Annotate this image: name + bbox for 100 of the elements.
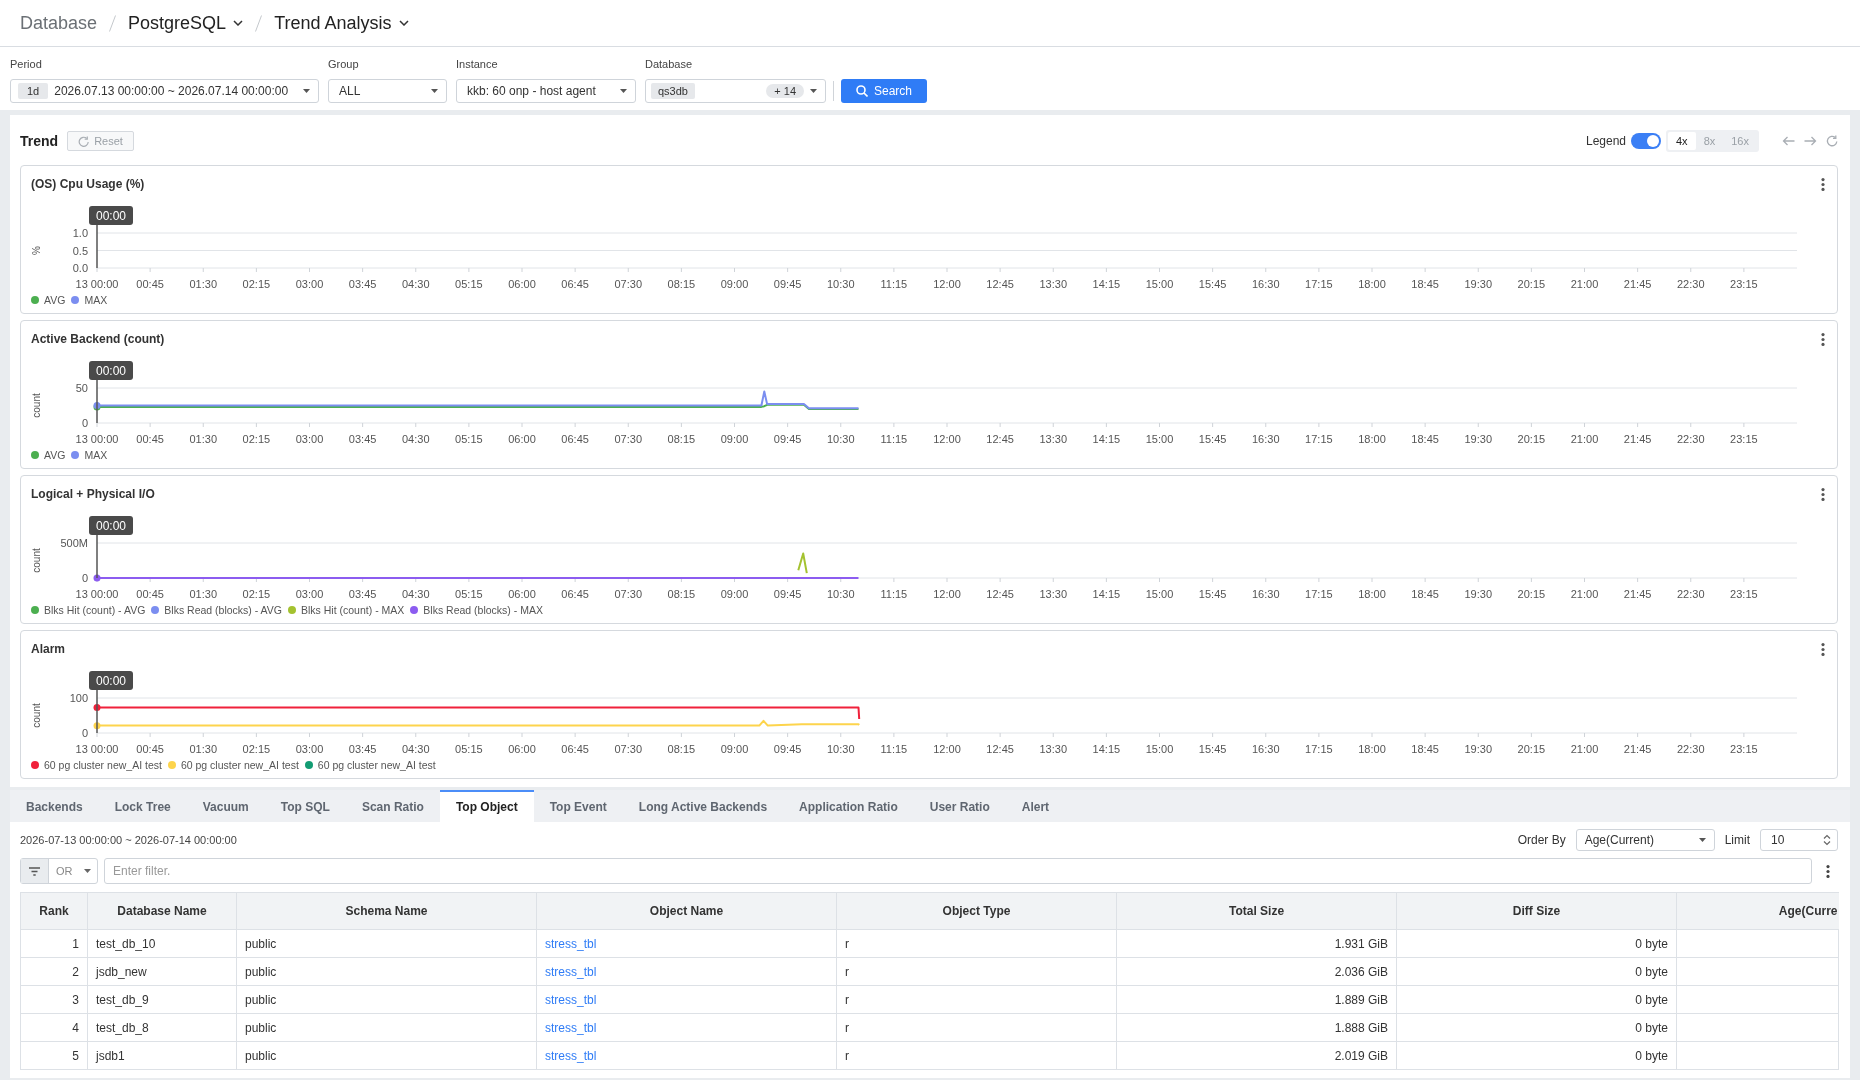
x-tick-label: 04:30: [402, 433, 430, 445]
x-tick-label: 20:15: [1517, 278, 1546, 290]
x-tick-label: 12:45: [986, 278, 1014, 290]
x-tick-label: 19:30: [1464, 743, 1492, 755]
dropdown-select[interactable]: kkb: 60 onp - host agent: [456, 79, 636, 103]
kebab-menu-icon[interactable]: [1821, 177, 1825, 191]
x-tick-label: 15:00: [1145, 278, 1174, 290]
x-tick-label: 12:45: [986, 433, 1014, 445]
search-button[interactable]: Search: [841, 79, 928, 103]
legend-label: MAX: [84, 449, 108, 461]
zoom-option[interactable]: 4x: [1668, 132, 1696, 150]
x-tick-label: 02:15: [242, 743, 271, 755]
x-tick-label: 16:30: [1252, 743, 1280, 755]
x-tick-label: 07:30: [614, 588, 642, 600]
filter-input[interactable]: Enter filter.: [104, 858, 1812, 884]
tab[interactable]: Lock Tree: [98, 790, 187, 822]
crosshair-line: [96, 224, 98, 269]
crosshair-line: [96, 534, 98, 579]
legend-toggle[interactable]: [1631, 133, 1661, 149]
y-axis-label: %: [30, 246, 42, 255]
table-cell: jsdb_new: [87, 957, 237, 986]
x-tick-label: 21:00: [1570, 588, 1599, 600]
tab[interactable]: Backends: [10, 790, 99, 822]
number-field[interactable]: 10: [1760, 829, 1838, 851]
stepper-icon[interactable]: [1823, 834, 1831, 846]
caret-down-icon: [303, 89, 310, 93]
table-cell: 2.019 GiB: [1116, 1041, 1397, 1070]
object-link[interactable]: stress_tbl: [545, 1020, 597, 1035]
x-tick-label: 12:45: [986, 743, 1014, 755]
tab[interactable]: Top Event: [533, 790, 623, 822]
x-tick-label: 15:00: [1145, 588, 1174, 600]
x-tick-label: 14:15: [1092, 433, 1121, 445]
breadcrumb-item[interactable]: Trend Analysis: [274, 12, 409, 34]
table-cell: 0 byte: [1396, 1013, 1677, 1042]
x-tick-label: 01:30: [189, 743, 217, 755]
multi-select[interactable]: qs3db + 14: [645, 79, 826, 103]
x-tick-label: 10:30: [827, 588, 855, 600]
refresh-icon[interactable]: [1826, 135, 1838, 147]
x-tick-label: 10:30: [827, 278, 855, 290]
chart-title: Alarm: [31, 642, 65, 656]
table-cell: public: [236, 1013, 537, 1042]
period-select[interactable]: 1d 2026.07.13 00:00:00 ~ 2026.07.14 00:00:00: [10, 79, 319, 103]
x-tick-label: 09:00: [720, 743, 749, 755]
object-link[interactable]: stress_tbl: [545, 964, 597, 979]
x-tick-label: 11:15: [880, 743, 908, 755]
x-tick-label: 07:30: [614, 278, 642, 290]
x-tick-label: 23:15: [1730, 433, 1758, 445]
tab[interactable]: Alert: [1005, 790, 1066, 822]
tab[interactable]: Vacuum: [186, 790, 265, 822]
limit-input[interactable]: 10: [1771, 831, 1823, 849]
x-tick-label: 17:15: [1305, 743, 1333, 755]
x-tick-label: 11:15: [880, 588, 908, 600]
x-tick-label: 01:30: [189, 278, 217, 290]
x-tick-label: 21:45: [1623, 588, 1652, 600]
kebab-menu-icon[interactable]: [1826, 864, 1830, 878]
table-cell: 1: [20, 929, 88, 958]
x-tick-label: 02:15: [242, 278, 271, 290]
tab[interactable]: Long Active Backends: [622, 790, 784, 822]
x-tick-label: 09:00: [720, 433, 749, 445]
x-tick-label: 05:15: [455, 433, 483, 445]
column-header: Diff Size: [1396, 892, 1677, 930]
x-tick-label: 18:00: [1358, 433, 1386, 445]
column-header: Object Name: [536, 892, 837, 930]
x-tick-label: 04:30: [402, 588, 430, 600]
y-tick-label: 0: [81, 417, 88, 429]
tab[interactable]: Application Ratio: [783, 790, 914, 822]
object-link[interactable]: stress_tbl: [545, 1048, 597, 1063]
search-icon: [856, 85, 868, 97]
y-tick-label: 1.0: [72, 227, 88, 239]
tab[interactable]: Top SQL: [264, 790, 346, 822]
table-cell: test_db_9: [87, 985, 237, 1014]
legend-label: Blks Read (blocks) - AVG: [164, 604, 283, 616]
legend-label: 60 pg cluster new_AI test: [180, 759, 299, 771]
tab[interactable]: User Ratio: [913, 790, 1006, 822]
tab[interactable]: Top Object: [439, 790, 534, 822]
caret-down-icon: [1698, 838, 1706, 842]
x-tick-label: 12:45: [986, 588, 1014, 600]
kebab-menu-icon[interactable]: [1821, 487, 1825, 501]
legend-label: Blks Read (blocks) - MAX: [423, 604, 543, 616]
x-tick-label: 13:30: [1039, 278, 1067, 290]
dropdown-select[interactable]: ALL: [328, 79, 447, 103]
kebab-menu-icon[interactable]: [1821, 332, 1825, 346]
x-tick-label: 10:30: [827, 433, 855, 445]
x-tick-label: 11:15: [880, 278, 908, 290]
x-tick-label: 13:30: [1039, 588, 1067, 600]
legend-label: Legend: [1585, 134, 1626, 148]
object-link[interactable]: stress_tbl: [545, 992, 597, 1007]
x-tick-label: 00:45: [136, 743, 164, 755]
x-tick-label: 06:00: [508, 743, 536, 755]
breadcrumb-item[interactable]: Database: [20, 12, 98, 34]
tab[interactable]: Scan Ratio: [345, 790, 440, 822]
x-tick-label: 02:15: [242, 433, 271, 445]
x-tick-label: 18:00: [1358, 743, 1386, 755]
x-tick-label: 13 00:00: [75, 433, 119, 445]
breadcrumb-item[interactable]: PostgreSQL: [128, 12, 244, 34]
order-by-select[interactable]: Age(Current): [1575, 829, 1715, 851]
object-link[interactable]: stress_tbl: [545, 936, 597, 951]
x-tick-label: 09:00: [720, 588, 749, 600]
kebab-menu-icon[interactable]: [1821, 642, 1825, 656]
y-axis-label: count: [30, 393, 42, 418]
